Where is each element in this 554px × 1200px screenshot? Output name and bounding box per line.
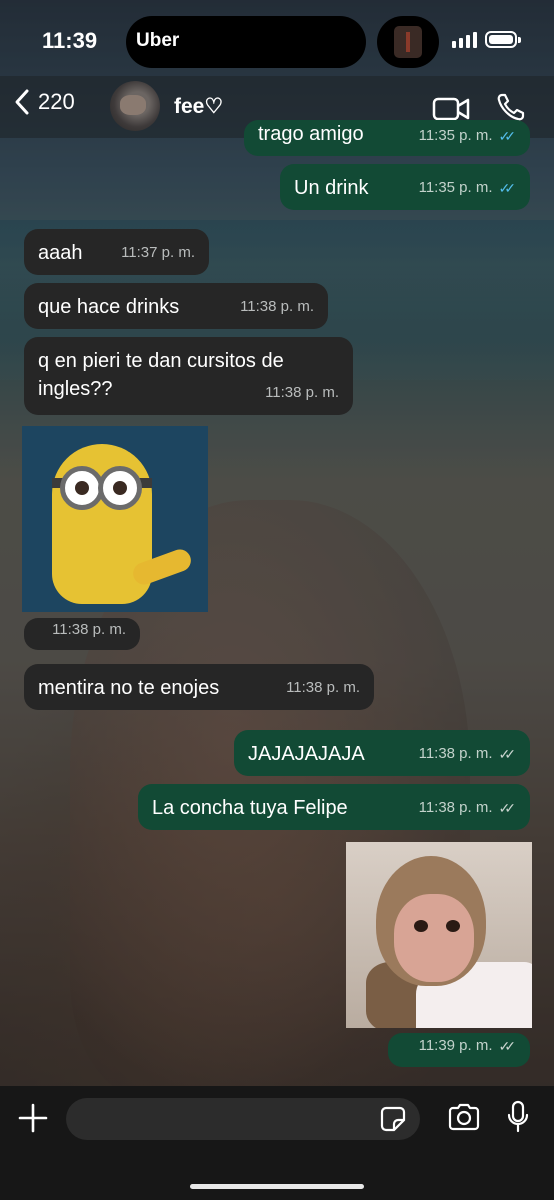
cellular-signal-icon — [452, 32, 477, 48]
camera-icon[interactable] — [447, 1102, 481, 1132]
delivered-receipt-icon: ✓✓ — [498, 1038, 517, 1054]
message-text: mentira no te enojes — [38, 677, 220, 699]
message-text: aaah — [38, 242, 83, 264]
message-time: 11:38 p. m. — [240, 298, 314, 315]
message-time: 11:38 p. m. — [418, 799, 493, 816]
message-bubble-outgoing[interactable]: La concha tuya Felipe 11:38 p. m. ✓✓ — [138, 784, 530, 830]
message-meta: 11:35 p. m. ✓✓ — [418, 122, 517, 150]
message-bubble-outgoing[interactable]: trago amigo 11:35 p. m. ✓✓ — [244, 120, 530, 156]
message-bubble-outgoing[interactable]: Un drink 11:35 p. m. ✓✓ — [280, 164, 530, 210]
message-time: 11:38 p. m. — [286, 679, 360, 696]
voice-call-icon[interactable] — [496, 92, 526, 122]
message-input[interactable] — [66, 1098, 420, 1140]
back-chevron-icon — [15, 89, 29, 115]
sticker-time-pill: 11:38 p. m. — [24, 618, 140, 650]
status-bar: 11:39 Uber — [0, 0, 554, 80]
home-indicator[interactable] — [190, 1184, 364, 1189]
monkey-sticker[interactable] — [346, 842, 532, 1028]
delivered-receipt-icon: ✓✓ — [498, 800, 517, 816]
minion-sticker[interactable] — [22, 426, 208, 612]
album-art-icon — [394, 26, 422, 58]
message-time: 11:39 p. m. — [418, 1037, 493, 1054]
message-time: 11:35 p. m. — [418, 179, 493, 196]
dynamic-island-uber[interactable]: Uber — [126, 16, 366, 68]
message-meta: 11:39 p. m. ✓✓ — [418, 1032, 517, 1060]
chat-screen: 11:39 Uber 220 fee♡ trago amigo 11:35 p.… — [0, 0, 554, 1200]
unread-count: 220 — [38, 89, 75, 114]
message-text: que hace drinks — [38, 296, 180, 318]
microphone-icon[interactable] — [506, 1100, 530, 1134]
contact-name[interactable]: fee♡ — [174, 94, 223, 119]
contact-avatar[interactable] — [110, 81, 160, 131]
plus-icon[interactable] — [18, 1103, 48, 1133]
message-text: Un drink — [294, 177, 369, 199]
now-playing-island[interactable] — [377, 16, 439, 68]
message-meta: 11:38 p. m. ✓✓ — [418, 740, 517, 768]
message-time: 11:38 p. m. — [418, 745, 493, 762]
message-meta: 11:38 p. m. ✓✓ — [418, 794, 517, 822]
message-text: La concha tuya Felipe — [152, 797, 348, 819]
read-receipt-icon: ✓✓ — [498, 128, 517, 144]
sticker-icon[interactable] — [380, 1106, 406, 1132]
video-call-icon[interactable] — [432, 96, 470, 122]
message-bubble-incoming[interactable]: que hace drinks 11:38 p. m. — [24, 283, 328, 329]
message-time: 11:38 p. m. — [52, 621, 126, 638]
message-meta: 11:35 p. m. ✓✓ — [418, 174, 517, 202]
message-time: 11:38 p. m. — [265, 384, 339, 401]
status-time: 11:39 — [42, 28, 98, 53]
message-text: JAJAJAJAJA — [248, 743, 365, 765]
composer-bar — [0, 1086, 554, 1200]
message-bubble-outgoing[interactable]: JAJAJAJAJA 11:38 p. m. ✓✓ — [234, 730, 530, 776]
battery-icon — [485, 31, 521, 48]
message-time: 11:37 p. m. — [121, 244, 195, 261]
message-text: trago amigo — [258, 123, 364, 145]
message-bubble-incoming[interactable]: q en pieri te dan cursitos de ingles?? 1… — [24, 337, 353, 415]
delivered-receipt-icon: ✓✓ — [498, 746, 517, 762]
back-button[interactable]: 220 — [14, 88, 75, 116]
message-bubble-incoming[interactable]: mentira no te enojes 11:38 p. m. — [24, 664, 374, 710]
sticker-time-pill: 11:39 p. m. ✓✓ — [388, 1033, 530, 1067]
uber-label: Uber — [136, 30, 180, 51]
read-receipt-icon: ✓✓ — [498, 180, 517, 196]
message-bubble-incoming[interactable]: aaah 11:37 p. m. — [24, 229, 209, 275]
message-time: 11:35 p. m. — [418, 127, 493, 144]
